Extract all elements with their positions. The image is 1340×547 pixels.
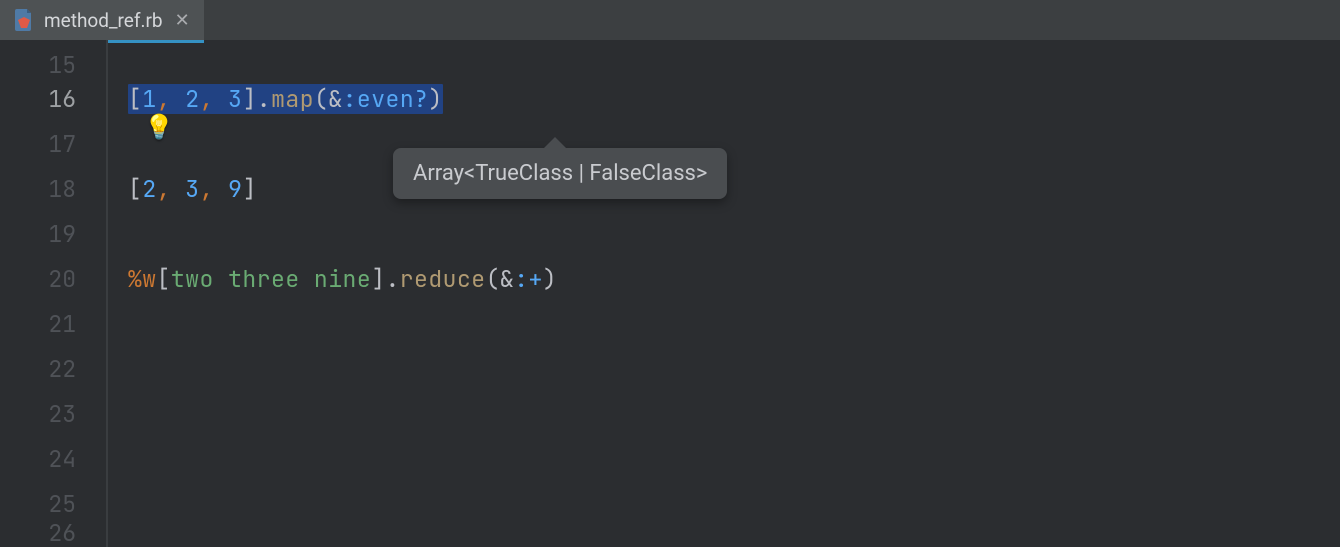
code-line[interactable] [128, 211, 1340, 256]
number-literal: 9 [228, 174, 242, 204]
line-number: 22 [0, 346, 106, 391]
comma: , [157, 174, 186, 204]
number-literal: 2 [185, 84, 199, 114]
bracket-close: ] [371, 264, 385, 294]
method-call: map [271, 84, 314, 114]
method-call: reduce [400, 264, 486, 294]
number-literal: 2 [142, 174, 156, 204]
line-number: 15 [0, 50, 106, 76]
tooltip-text: Array<TrueClass | FalseClass> [413, 161, 707, 186]
symbol-literal: :even? [343, 84, 429, 114]
dot: . [385, 264, 399, 294]
bracket-close: ] [242, 84, 256, 114]
ampersand: & [500, 264, 514, 294]
comma: , [157, 84, 186, 114]
selection-highlight: [1, 2, 3].map(&:even?) [128, 84, 443, 114]
number-literal: 1 [142, 84, 156, 114]
code-editor[interactable]: 15 16 17 18 19 20 21 22 23 24 25 26 [1, … [0, 40, 1340, 547]
dot: . [257, 84, 271, 114]
line-number: 19 [0, 211, 106, 256]
line-number: 24 [0, 436, 106, 481]
line-number: 17 [0, 121, 106, 166]
line-number: 26 [0, 526, 106, 547]
comma: , [200, 174, 229, 204]
code-line[interactable] [128, 121, 1340, 166]
line-number: 20 [0, 256, 106, 301]
editor-tabbar: method_ref.rb ✕ [0, 0, 1340, 40]
file-tab[interactable]: method_ref.rb ✕ [0, 0, 204, 40]
symbol-literal: :+ [514, 264, 543, 294]
line-number: 23 [0, 391, 106, 436]
number-literal: 3 [228, 84, 242, 114]
file-tab-label: method_ref.rb [44, 9, 163, 32]
ampersand: & [328, 84, 342, 114]
close-icon[interactable]: ✕ [175, 10, 190, 31]
code-line[interactable]: [2, 3, 9] [128, 166, 1340, 211]
paren-close: ) [543, 264, 557, 294]
comma: , [200, 84, 229, 114]
code-area[interactable]: [1, 2, 3].map(&:even?) [2, 3, 9] %w[two … [108, 40, 1340, 547]
bracket-open: [ [128, 174, 142, 204]
paren-close: ) [428, 84, 442, 114]
ruby-file-icon [14, 9, 34, 31]
string-words: two three nine [171, 264, 371, 294]
bracket-open: [ [157, 264, 171, 294]
code-line[interactable]: %w[two three nine].reduce(&:+) [128, 256, 1340, 301]
paren-open: ( [314, 84, 328, 114]
bracket-open: [ [128, 84, 142, 114]
type-hint-tooltip: Array<TrueClass | FalseClass> [393, 148, 727, 199]
lightbulb-icon[interactable]: 💡 [144, 116, 174, 140]
bracket-close: ] [242, 174, 256, 204]
code-line[interactable]: [1, 2, 3].map(&:even?) [128, 76, 1340, 121]
line-number-gutter: 15 16 17 18 19 20 21 22 23 24 25 26 [0, 40, 108, 547]
line-number: 16 [0, 76, 106, 121]
code-line [128, 50, 1340, 76]
number-literal: 3 [185, 174, 199, 204]
line-number: 18 [0, 166, 106, 211]
line-number: 21 [0, 301, 106, 346]
percent-literal: %w [128, 264, 157, 294]
paren-open: ( [486, 264, 500, 294]
